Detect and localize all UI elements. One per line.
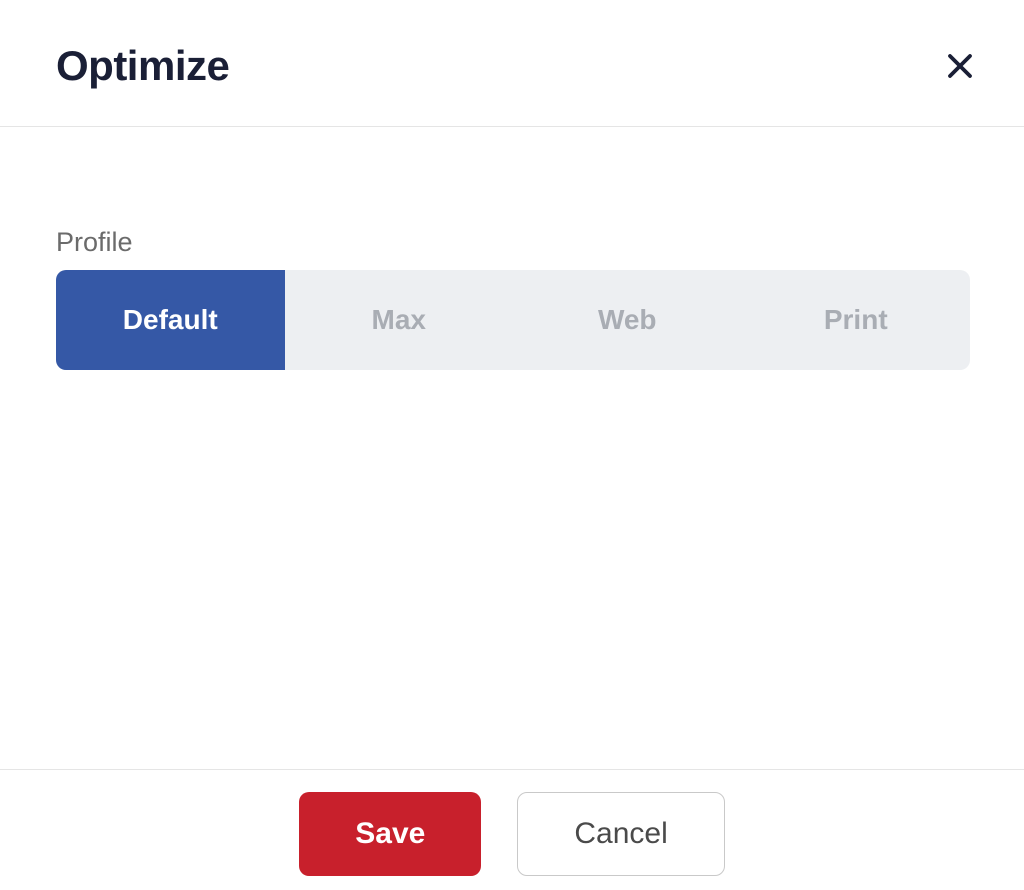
profile-option-web[interactable]: Web — [513, 270, 742, 370]
profile-option-max[interactable]: Max — [285, 270, 514, 370]
cancel-button[interactable]: Cancel — [517, 792, 724, 876]
profile-option-print[interactable]: Print — [742, 270, 971, 370]
profile-segmented-control: Default Max Web Print — [56, 270, 970, 370]
dialog-title: Optimize — [56, 42, 229, 90]
dialog-footer: Save Cancel — [0, 769, 1024, 890]
dialog-header: Optimize — [0, 0, 1024, 127]
profile-option-default[interactable]: Default — [56, 270, 285, 370]
close-button[interactable] — [938, 44, 982, 88]
save-button[interactable]: Save — [299, 792, 481, 876]
close-icon — [945, 51, 975, 81]
dialog-content: Profile Default Max Web Print — [0, 127, 1024, 769]
profile-label: Profile — [56, 227, 970, 258]
